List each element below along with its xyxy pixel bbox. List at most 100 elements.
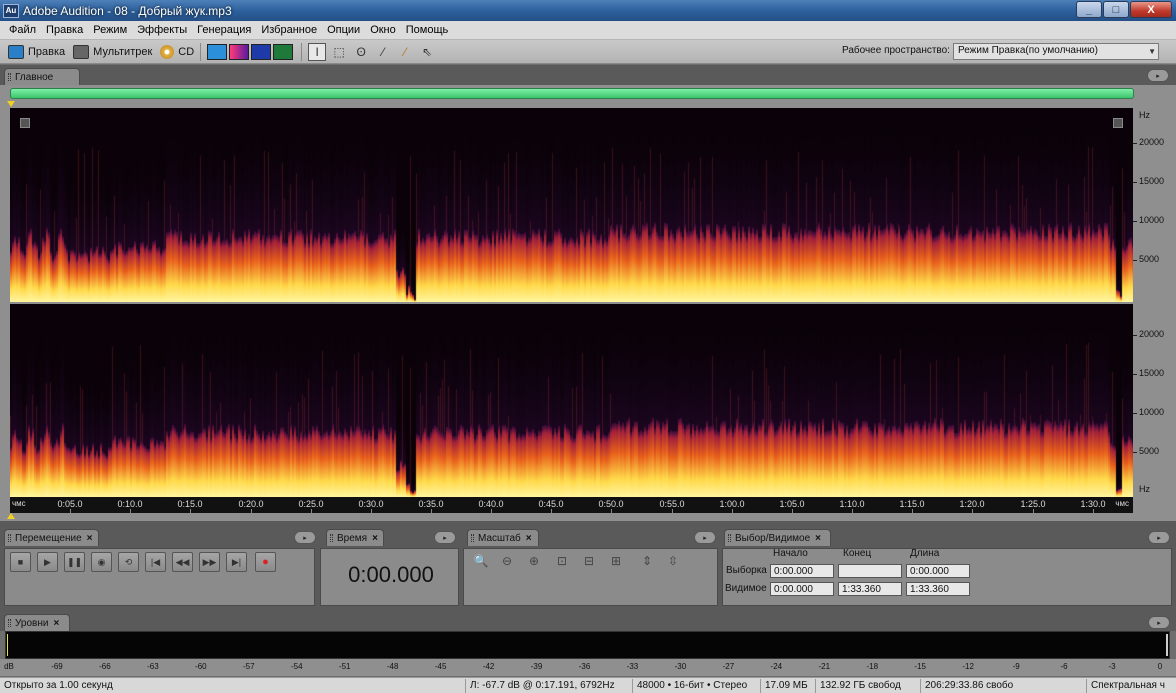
waveform-view-icon[interactable] [207, 43, 228, 60]
col-end-label: Конец [843, 548, 872, 559]
play-from-cursor-button[interactable]: ◉ [91, 552, 112, 572]
time-tick [70, 509, 71, 513]
zoom-in-amplitude-icon[interactable]: 🔍 [472, 552, 490, 570]
selection-end-field[interactable] [838, 564, 902, 578]
tab-selection-view[interactable]: Выбор/Видимое × [724, 529, 831, 546]
time-label: 0:30.0 [358, 499, 384, 509]
pause-button[interactable]: ❚❚ [64, 552, 85, 572]
close-icon[interactable]: × [526, 533, 532, 544]
playhead-top-marker[interactable] [7, 101, 15, 107]
play-button[interactable]: ▶ [37, 552, 58, 572]
time-tick [551, 509, 552, 513]
time-selection-tool-icon[interactable]: I [308, 42, 327, 61]
spectral-view-icon[interactable] [229, 43, 250, 60]
close-icon[interactable]: × [372, 533, 378, 544]
hz-label: 5000 [1139, 254, 1160, 264]
pan-view-icon[interactable] [251, 43, 272, 60]
menu-options[interactable]: Опции [322, 24, 365, 36]
spectrogram-right-channel[interactable] [10, 304, 1133, 497]
minimize-button[interactable]: _ [1076, 1, 1102, 18]
tab-time[interactable]: Время × [326, 529, 384, 546]
brush-tool-icon[interactable]: ⁄ [374, 43, 392, 61]
go-to-start-button[interactable]: |◀ [145, 552, 166, 572]
time-tick [190, 509, 191, 513]
close-icon[interactable]: × [53, 618, 59, 629]
panel-menu-icon[interactable]: ▸ [1148, 531, 1170, 544]
go-to-end-button[interactable]: ▶| [226, 552, 247, 572]
mode-edit-button[interactable]: Правка [8, 44, 65, 59]
db-label: -27 [722, 662, 735, 671]
zoom-in-vertical-icon[interactable]: ⇕ [638, 552, 656, 570]
audition-app-icon: Au [3, 3, 19, 18]
view-start-field[interactable]: 0:00.000 [770, 582, 834, 596]
time-label: 0:15.0 [177, 499, 203, 509]
tab-levels[interactable]: Уровни × [4, 614, 70, 631]
zoom-in-icon[interactable]: ⊕ [525, 552, 543, 570]
time-label: 1:00.0 [719, 499, 745, 509]
mode-cd-button[interactable]: CD [160, 44, 194, 59]
mode-multitrack-button[interactable]: Мультитрек [73, 44, 152, 59]
hz-label: 20000 [1139, 137, 1165, 147]
menu-file[interactable]: Файл [4, 24, 41, 36]
close-icon[interactable]: × [815, 533, 821, 544]
zoom-to-left-icon[interactable]: ⊟ [580, 552, 598, 570]
grip-icon [8, 619, 11, 627]
hybrid-tool-icon[interactable]: ⇖ [418, 43, 436, 61]
zoom-out-full-icon[interactable]: ⊡ [553, 552, 571, 570]
menu-help[interactable]: Помощь [401, 24, 454, 36]
tab-main[interactable]: Главное [4, 68, 80, 85]
meter-clip-indicator[interactable] [1166, 634, 1168, 656]
zoom-out-vertical-icon[interactable]: ⇳ [664, 552, 682, 570]
db-label: -9 [1012, 662, 1020, 671]
hz-tick [1133, 335, 1137, 336]
workspace-select[interactable]: Режим Правка(по умолчанию) ▼ [953, 43, 1159, 60]
hz-tick [1133, 374, 1137, 375]
close-icon[interactable]: × [87, 533, 93, 544]
phase-view-icon[interactable] [273, 43, 294, 60]
main-panel-tabbar: Главное ▸ [0, 65, 1176, 85]
time-ruler[interactable]: чмс чмс 0:05.0 0:10.0 0:15.0 0:20.0 0:25.0 0:… [10, 497, 1133, 513]
marquee-tool-icon[interactable]: ⬚ [330, 43, 348, 61]
panel-menu-icon[interactable]: ▸ [434, 531, 456, 544]
panel-menu-icon[interactable]: ▸ [1148, 616, 1170, 629]
record-button[interactable]: ● [255, 552, 276, 572]
panel-menu-icon[interactable]: ▸ [1147, 69, 1169, 82]
spot-healing-tool-icon[interactable]: ⁄ [396, 43, 414, 61]
menu-generate[interactable]: Генерация [192, 24, 256, 36]
tab-transport[interactable]: Перемещение × [4, 529, 99, 546]
channel-toggle-icon[interactable] [1113, 118, 1123, 128]
time-label: 1:10.0 [839, 499, 865, 509]
menu-mode[interactable]: Режим [88, 24, 132, 36]
overview-bar[interactable] [10, 88, 1134, 99]
time-unit-end: чмс [1115, 499, 1129, 508]
selection-length-field[interactable]: 0:00.000 [906, 564, 970, 578]
menu-window[interactable]: Окно [365, 24, 401, 36]
loop-button[interactable]: ⟲ [118, 552, 139, 572]
view-end-field[interactable]: 1:33.360 [838, 582, 902, 596]
channel-toggle-icon[interactable] [20, 118, 30, 128]
panel-menu-icon[interactable]: ▸ [694, 531, 716, 544]
hz-label: 15000 [1139, 368, 1165, 378]
maximize-button[interactable]: □ [1103, 1, 1129, 18]
time-tick [972, 509, 973, 513]
playhead-bottom-marker[interactable] [7, 513, 15, 519]
toolbar-separator [200, 42, 202, 61]
tab-zoom[interactable]: Масштаб × [467, 529, 539, 546]
waveform-editor[interactable]: Hz 20000 15000 10000 5000 20000 15000 10… [0, 85, 1176, 521]
menu-effects[interactable]: Эффекты [132, 24, 192, 36]
view-length-field[interactable]: 1:33.360 [906, 582, 970, 596]
lasso-tool-icon[interactable]: ʘ [352, 43, 370, 61]
menu-edit[interactable]: Правка [41, 24, 88, 36]
menu-favorites[interactable]: Избранное [256, 24, 322, 36]
selection-start-field[interactable]: 0:00.000 [770, 564, 834, 578]
rewind-button[interactable]: ◀◀ [172, 552, 193, 572]
waveform-edit-icon [8, 44, 24, 59]
zoom-to-right-icon[interactable]: ⊞ [607, 552, 625, 570]
meter-peak-left [7, 634, 8, 656]
zoom-out-amplitude-icon[interactable]: ⊖ [498, 552, 516, 570]
spectrogram-left-channel[interactable] [10, 108, 1133, 302]
close-button[interactable]: X [1130, 1, 1172, 18]
panel-menu-icon[interactable]: ▸ [294, 531, 316, 544]
fast-forward-button[interactable]: ▶▶ [199, 552, 220, 572]
stop-button[interactable]: ■ [10, 552, 31, 572]
